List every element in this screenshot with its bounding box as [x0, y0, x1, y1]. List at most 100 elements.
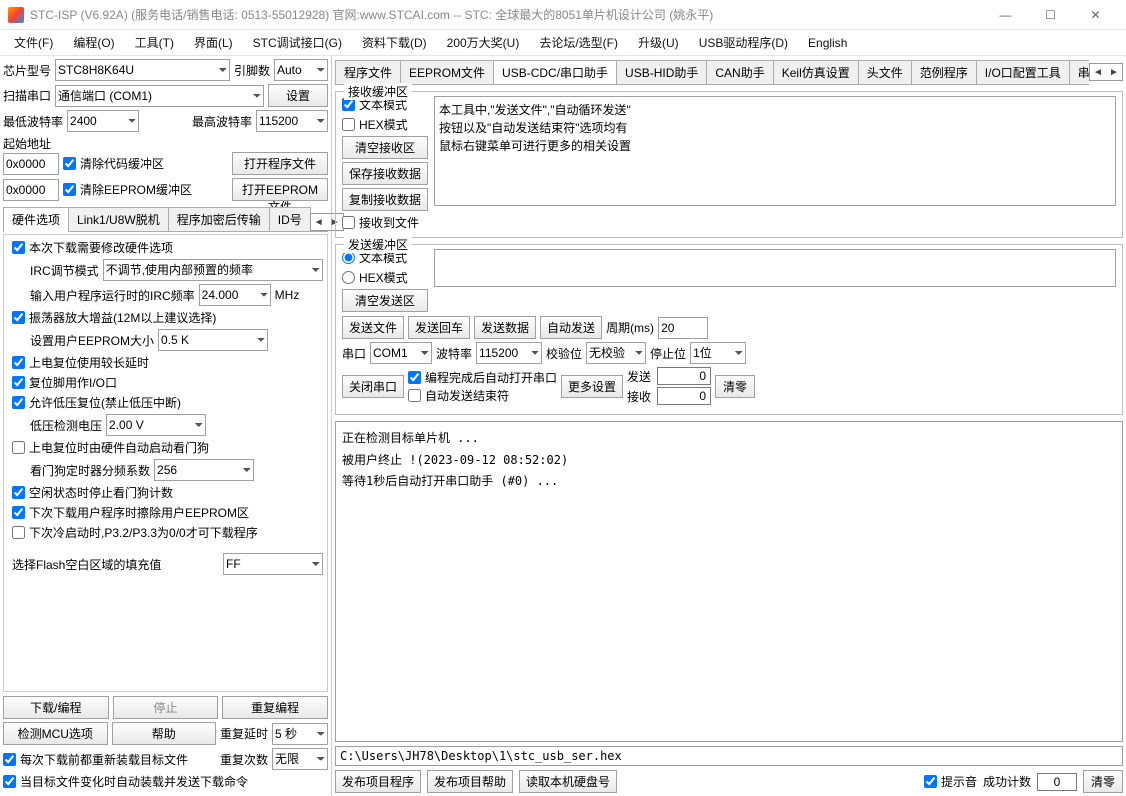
port-select[interactable]: COM1 [370, 342, 432, 364]
recv-save-button[interactable]: 保存接收数据 [342, 162, 428, 185]
file-path-input[interactable] [335, 746, 1123, 766]
scan-port-select[interactable]: 通信端口 (COM1) [55, 85, 264, 107]
detect-mcu-button[interactable]: 检测MCU选项 [3, 722, 108, 745]
idle-wdt-check[interactable]: 空闲状态时停止看门狗计数 [12, 484, 173, 501]
menu-编程(O)[interactable]: 编程(O) [63, 31, 124, 54]
eeprom-size-select[interactable]: 0.5 K [158, 329, 268, 351]
recv-textarea[interactable]: 本工具中,"发送文件","自动循环发送" 按钮以及"自动发送结束符"选项均有 鼠… [434, 96, 1116, 206]
reset-io-check[interactable]: 复位脚用作I/O口 [12, 374, 117, 391]
stop-button[interactable]: 停止 [113, 696, 219, 719]
menu-USB驱动程序(D)[interactable]: USB驱动程序(D) [689, 31, 798, 54]
auto-reload-check[interactable]: 当目标文件变化时自动装载并发送下载命令 [3, 773, 248, 790]
reload-check[interactable]: 每次下载前都重新装载目标文件 [3, 751, 216, 768]
pin-select[interactable]: Auto [274, 59, 328, 81]
menu-工具(T)[interactable]: 工具(T) [125, 31, 184, 54]
recv-clear-button[interactable]: 清空接收区 [342, 136, 428, 159]
tab-link-offline[interactable]: Link1/U8W脱机 [68, 207, 169, 231]
send-textarea[interactable] [434, 249, 1116, 287]
sound-check[interactable]: 提示音 [924, 773, 977, 790]
send-file-button[interactable]: 发送文件 [342, 316, 404, 339]
recv-hex-mode[interactable]: HEX模式 [342, 116, 428, 133]
auto-send-button[interactable]: 自动发送 [540, 316, 602, 339]
more-settings-button[interactable]: 更多设置 [561, 375, 623, 398]
send-hex-mode[interactable]: HEX模式 [342, 269, 428, 286]
pin-label: 引脚数 [234, 62, 270, 79]
cold-boot-check[interactable]: 下次冷启动时,P3.2/P3.3为0/0才可下载程序 [12, 524, 258, 541]
download-button[interactable]: 下载/编程 [3, 696, 109, 719]
max-baud-label: 最高波特率 [192, 113, 252, 130]
menu-界面(L)[interactable]: 界面(L) [184, 31, 243, 54]
settings-button[interactable]: 设置 [268, 84, 328, 107]
recv-copy-button[interactable]: 复制接收数据 [342, 188, 428, 211]
osc-gain-check[interactable]: 振荡器放大增益(12M以上建议选择) [12, 309, 216, 326]
min-baud-select[interactable]: 2400 [67, 110, 139, 132]
long-delay-check[interactable]: 上电复位使用较长延时 [12, 354, 149, 371]
clear-count-button[interactable]: 清零 [715, 375, 755, 398]
recv-tofile-check[interactable]: 接收到文件 [342, 214, 428, 231]
menu-文件(F)[interactable]: 文件(F) [4, 31, 63, 54]
tab-hw-options[interactable]: 硬件选项 [3, 207, 69, 232]
help-button[interactable]: 帮助 [112, 722, 217, 745]
menu-English[interactable]: English [798, 33, 857, 53]
watchdog-div-select[interactable]: 256 [154, 459, 254, 481]
rtab-9[interactable]: 串口波特率计算器 [1069, 60, 1089, 84]
modify-hw-check[interactable]: 本次下载需要修改硬件选项 [12, 239, 173, 256]
clear-eeprom-check[interactable]: 清除EEPROM缓冲区 [63, 181, 192, 198]
flash-fill-select[interactable]: FF [223, 553, 323, 575]
rtab-3[interactable]: USB-HID助手 [616, 60, 707, 84]
parity-select[interactable]: 无校验 [586, 342, 646, 364]
tab-left-arrow-icon[interactable]: ◄ [311, 217, 327, 228]
menu-去论坛/选型(F)[interactable]: 去论坛/选型(F) [529, 31, 628, 54]
read-hdd-button[interactable]: 读取本机硬盘号 [519, 770, 617, 793]
auto-open-check[interactable]: 编程完成后自动打开串口 [408, 369, 557, 386]
max-baud-select[interactable]: 115200 [256, 110, 328, 132]
baud-select[interactable]: 115200 [476, 342, 542, 364]
reprogram-button[interactable]: 重复编程 [222, 696, 328, 719]
rtab-7[interactable]: 范例程序 [911, 60, 977, 84]
eeprom-addr-input[interactable] [3, 179, 59, 201]
menu-200万大奖(U)[interactable]: 200万大奖(U) [437, 31, 530, 54]
rtab-1[interactable]: EEPROM文件 [400, 60, 494, 84]
rtab-0[interactable]: 程序文件 [335, 60, 401, 84]
clear-code-check[interactable]: 清除代码缓冲区 [63, 155, 164, 172]
low-volt-check[interactable]: 允许低压复位(禁止低压中断) [12, 394, 181, 411]
stop-select[interactable]: 1位 [690, 342, 746, 364]
rtab-5[interactable]: Keil仿真设置 [773, 60, 859, 84]
open-program-button[interactable]: 打开程序文件 [232, 152, 328, 175]
watchdog-check[interactable]: 上电复位时由硬件自动启动看门狗 [12, 439, 209, 456]
publish-program-button[interactable]: 发布项目程序 [335, 770, 421, 793]
rtab-6[interactable]: 头文件 [858, 60, 912, 84]
publish-help-button[interactable]: 发布项目帮助 [427, 770, 513, 793]
period-input[interactable] [658, 317, 708, 339]
erase-eeprom-check[interactable]: 下次下载用户程序时擦除用户EEPROM区 [12, 504, 249, 521]
minimize-button[interactable]: — [983, 1, 1028, 29]
menu-资料下载(D)[interactable]: 资料下载(D) [352, 31, 437, 54]
irc-mode-select[interactable]: 不调节,使用内部预置的频率 [103, 259, 323, 281]
send-clear-button[interactable]: 清空发送区 [342, 289, 428, 312]
rtab-8[interactable]: I/O口配置工具 [976, 60, 1070, 84]
close-button[interactable]: ✕ [1073, 1, 1118, 29]
rtab-right-arrow-icon[interactable]: ► [1106, 67, 1122, 78]
close-port-button[interactable]: 关闭串口 [342, 375, 404, 398]
irc-freq-select[interactable]: 24.000 [199, 284, 271, 306]
rtab-4[interactable]: CAN助手 [706, 60, 773, 84]
menu-STC调试接口(G)[interactable]: STC调试接口(G) [243, 31, 352, 54]
maximize-button[interactable]: ☐ [1028, 1, 1073, 29]
clear-success-button[interactable]: 清零 [1083, 770, 1123, 793]
title-bar: STC-ISP (V6.92A) (服务电话/销售电话: 0513-550129… [0, 0, 1126, 30]
tab-encrypt[interactable]: 程序加密后传输 [168, 207, 270, 231]
low-volt-val-select[interactable]: 2.00 V [106, 414, 206, 436]
send-data-button[interactable]: 发送数据 [474, 316, 536, 339]
rtab-left-arrow-icon[interactable]: ◄ [1090, 67, 1106, 78]
code-addr-input[interactable] [3, 153, 59, 175]
rtab-2[interactable]: USB-CDC/串口助手 [493, 60, 617, 85]
menu-升级(U)[interactable]: 升级(U) [628, 31, 689, 54]
repeat-delay-select[interactable]: 5 秒 [272, 723, 328, 745]
repeat-count-select[interactable]: 无限 [272, 748, 328, 770]
open-eeprom-button[interactable]: 打开EEPROM文件 [232, 178, 328, 201]
auto-end-check[interactable]: 自动发送结束符 [408, 387, 557, 404]
eeprom-size-label: 设置用户EEPROM大小 [30, 332, 154, 349]
chip-select[interactable]: STC8H8K64U [55, 59, 230, 81]
tab-id[interactable]: ID号 [269, 207, 311, 231]
send-cr-button[interactable]: 发送回车 [408, 316, 470, 339]
